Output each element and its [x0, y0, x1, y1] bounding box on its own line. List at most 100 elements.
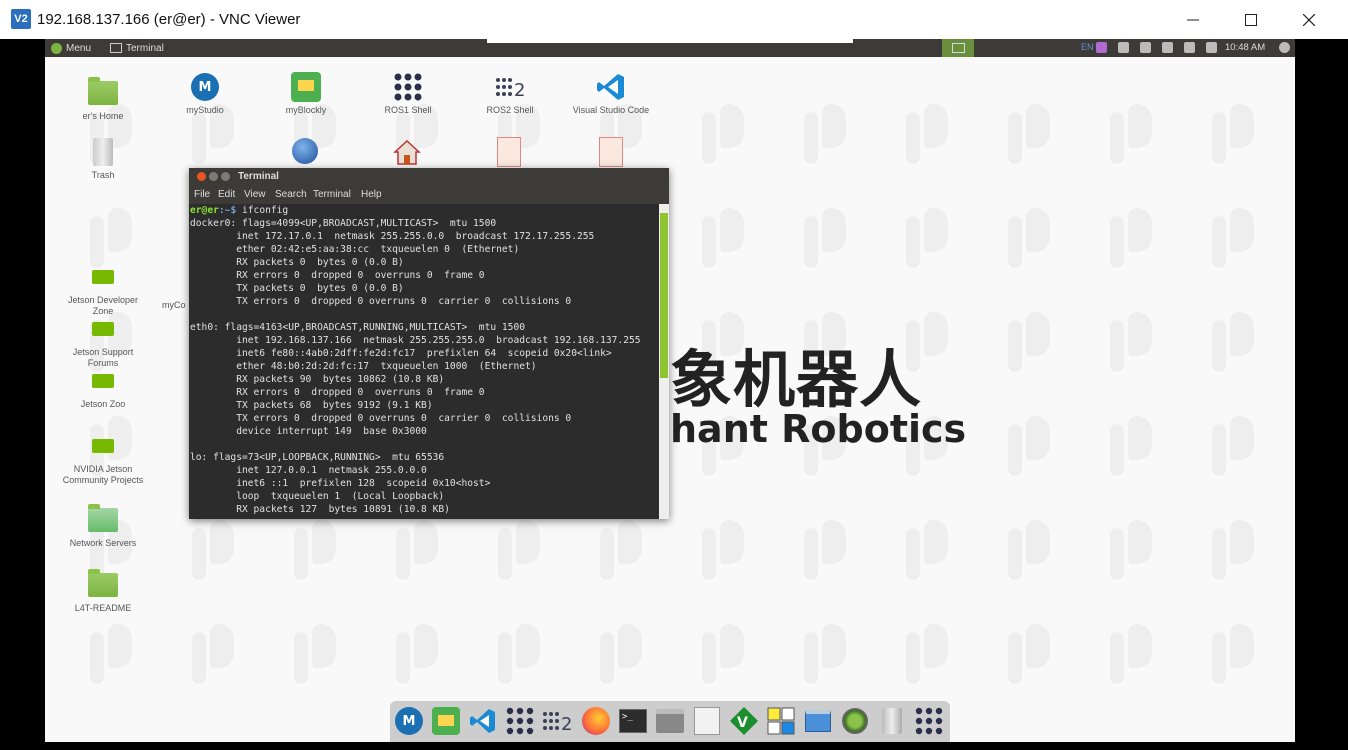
menu-edit[interactable]: Edit [218, 189, 235, 200]
menu-terminal[interactable]: Terminal [313, 189, 351, 200]
desktop-icon-mystudio[interactable]: M myStudio [163, 71, 247, 116]
desktop-icon-label: er's Home [82, 111, 124, 121]
desktop-icon-ros1[interactable]: ROS1 Shell [366, 71, 450, 116]
terminal-maximize-button[interactable] [221, 172, 230, 181]
dock-trash[interactable] [876, 705, 908, 737]
dock-vim[interactable]: V [728, 705, 760, 737]
menu-search[interactable]: Search [275, 189, 307, 200]
menu-button[interactable]: Menu [51, 41, 91, 55]
keyboard-layout[interactable]: EN [1081, 42, 1094, 52]
prompt-user: er@er [190, 205, 219, 216]
settings-gear-icon[interactable] [1279, 42, 1290, 53]
browser-globe-icon[interactable] [292, 138, 318, 164]
desktop-icon-vscode[interactable]: Visual Studio Code [569, 71, 653, 116]
desktop-icon-jetson-developer-zone[interactable]: Jetson Developer Zone [61, 261, 145, 317]
network-icon[interactable] [1162, 42, 1173, 53]
scrollbar-thumb[interactable] [660, 213, 668, 378]
document-icon[interactable] [497, 137, 521, 167]
desktop-icon-l4t-readme[interactable]: L4T-README [61, 569, 145, 614]
desktop-icon-home[interactable]: er's Home [61, 77, 145, 122]
desktop-icon-ros2[interactable]: 2 ROS2 Shell [468, 71, 552, 116]
wallpaper-mark [1110, 312, 1156, 374]
terminal-close-button[interactable] [197, 172, 206, 181]
wallpaper-mark [1212, 104, 1258, 166]
notification-icon[interactable] [1118, 42, 1129, 53]
terminal-scrollbar[interactable] [659, 204, 669, 519]
taskbar-terminal[interactable]: Terminal [110, 41, 164, 55]
menu-file[interactable]: File [194, 189, 210, 200]
taskbar-terminal-label: Terminal [126, 42, 164, 54]
terminal-titlebar[interactable]: Terminal [189, 168, 669, 185]
wallpaper-mark [1008, 416, 1054, 478]
folder-icon [88, 569, 118, 597]
dock-myblockly[interactable] [430, 705, 462, 737]
text-editor-icon [694, 707, 720, 735]
desktop-icon-jetson-zoo[interactable]: Jetson Zoo [61, 365, 145, 410]
nvidia-icon [92, 270, 114, 284]
dock-terminal[interactable]: >_ [617, 705, 649, 737]
dock-vscode[interactable] [467, 705, 499, 737]
desktop-icon-trash[interactable]: Trash [61, 136, 145, 181]
nvidia-icon [92, 439, 114, 453]
dock-apps-grid[interactable] [913, 705, 945, 737]
wallpaper-logo-chinese: 象机器人 [670, 343, 923, 416]
terminal-window[interactable]: Terminal File Edit View Search Terminal … [189, 168, 669, 519]
desktop-icon-label-partial[interactable]: myCo [162, 300, 186, 310]
terminal-minimize-button[interactable] [209, 172, 218, 181]
wallpaper-mark [192, 520, 238, 582]
terminal-small-icon [110, 43, 122, 53]
vnc-titlebar: V2 192.168.137.166 (er@er) - VNC Viewer [0, 0, 1348, 40]
vim-icon: V [730, 707, 758, 735]
nvidia-icon [92, 374, 114, 388]
dock-firefox[interactable] [580, 705, 612, 737]
desktop-icon-myblockly[interactable]: myBlockly [264, 71, 348, 116]
volume-icon[interactable] [1206, 42, 1217, 53]
mail-icon[interactable] [1184, 42, 1195, 53]
qt-icon [767, 707, 795, 735]
ros2-icon: 2 [496, 78, 525, 101]
dock-ros2[interactable]: 2 [541, 705, 577, 737]
desktop-icon-label: Visual Studio Code [572, 105, 650, 115]
dock-text-editor[interactable] [691, 705, 723, 737]
desktop-icon-jetson-support-forums[interactable]: Jetson Support Forums [61, 313, 145, 369]
workspace-switcher[interactable] [942, 39, 974, 57]
dock-qt[interactable] [765, 705, 797, 737]
desktop-icon-label: myStudio [186, 105, 224, 115]
minimize-button[interactable] [1164, 0, 1222, 39]
wallpaper-mark [804, 104, 850, 166]
vscode-icon [470, 709, 495, 733]
home-house-icon[interactable] [393, 138, 421, 166]
files-icon [656, 709, 684, 733]
terminal-output[interactable]: er@er:~$ ifconfig docker0: flags=4099<UP… [189, 204, 659, 519]
desktop-icon-label: Jetson Zoo [80, 399, 126, 409]
desktop-icon-network-servers[interactable]: Network Servers [61, 504, 145, 549]
dock-files[interactable] [654, 705, 686, 737]
desktop-icon-nvidia-community-projects[interactable]: NVIDIA Jetson Community Projects [61, 430, 145, 486]
vnc-app-icon: V2 [11, 9, 31, 29]
desktop-icon-label: Network Servers [69, 538, 137, 548]
trash-icon [93, 138, 113, 166]
document-icon[interactable] [599, 137, 623, 167]
dock-ros1[interactable] [504, 705, 536, 737]
remote-desktop[interactable]: Menu Terminal EN 10:48 AM er's Home M my… [45, 39, 1295, 742]
wallpaper-mark [294, 624, 340, 686]
menu-label: Menu [66, 42, 92, 54]
wallpaper-mark [1212, 208, 1258, 270]
menu-view[interactable]: View [244, 189, 266, 200]
dock-mystudio[interactable]: M [393, 705, 425, 737]
clock[interactable]: 10:48 AM [1225, 42, 1265, 53]
wallpaper-mark [1212, 624, 1258, 686]
clipboard-icon[interactable] [1140, 42, 1151, 53]
dock-window[interactable] [802, 705, 834, 737]
wallpaper-mark [906, 624, 952, 686]
desktop-icon-label: L4T-README [74, 603, 132, 613]
terminal-title: Terminal [238, 171, 279, 182]
display-icon[interactable] [1096, 42, 1107, 53]
desktop-icon-label: myBlockly [285, 105, 327, 115]
maximize-button[interactable] [1222, 0, 1280, 39]
menu-help[interactable]: Help [361, 189, 382, 200]
myblockly-icon [432, 707, 460, 735]
close-button[interactable] [1280, 0, 1338, 39]
dock-record[interactable] [839, 705, 871, 737]
nvidia-icon [92, 322, 114, 336]
